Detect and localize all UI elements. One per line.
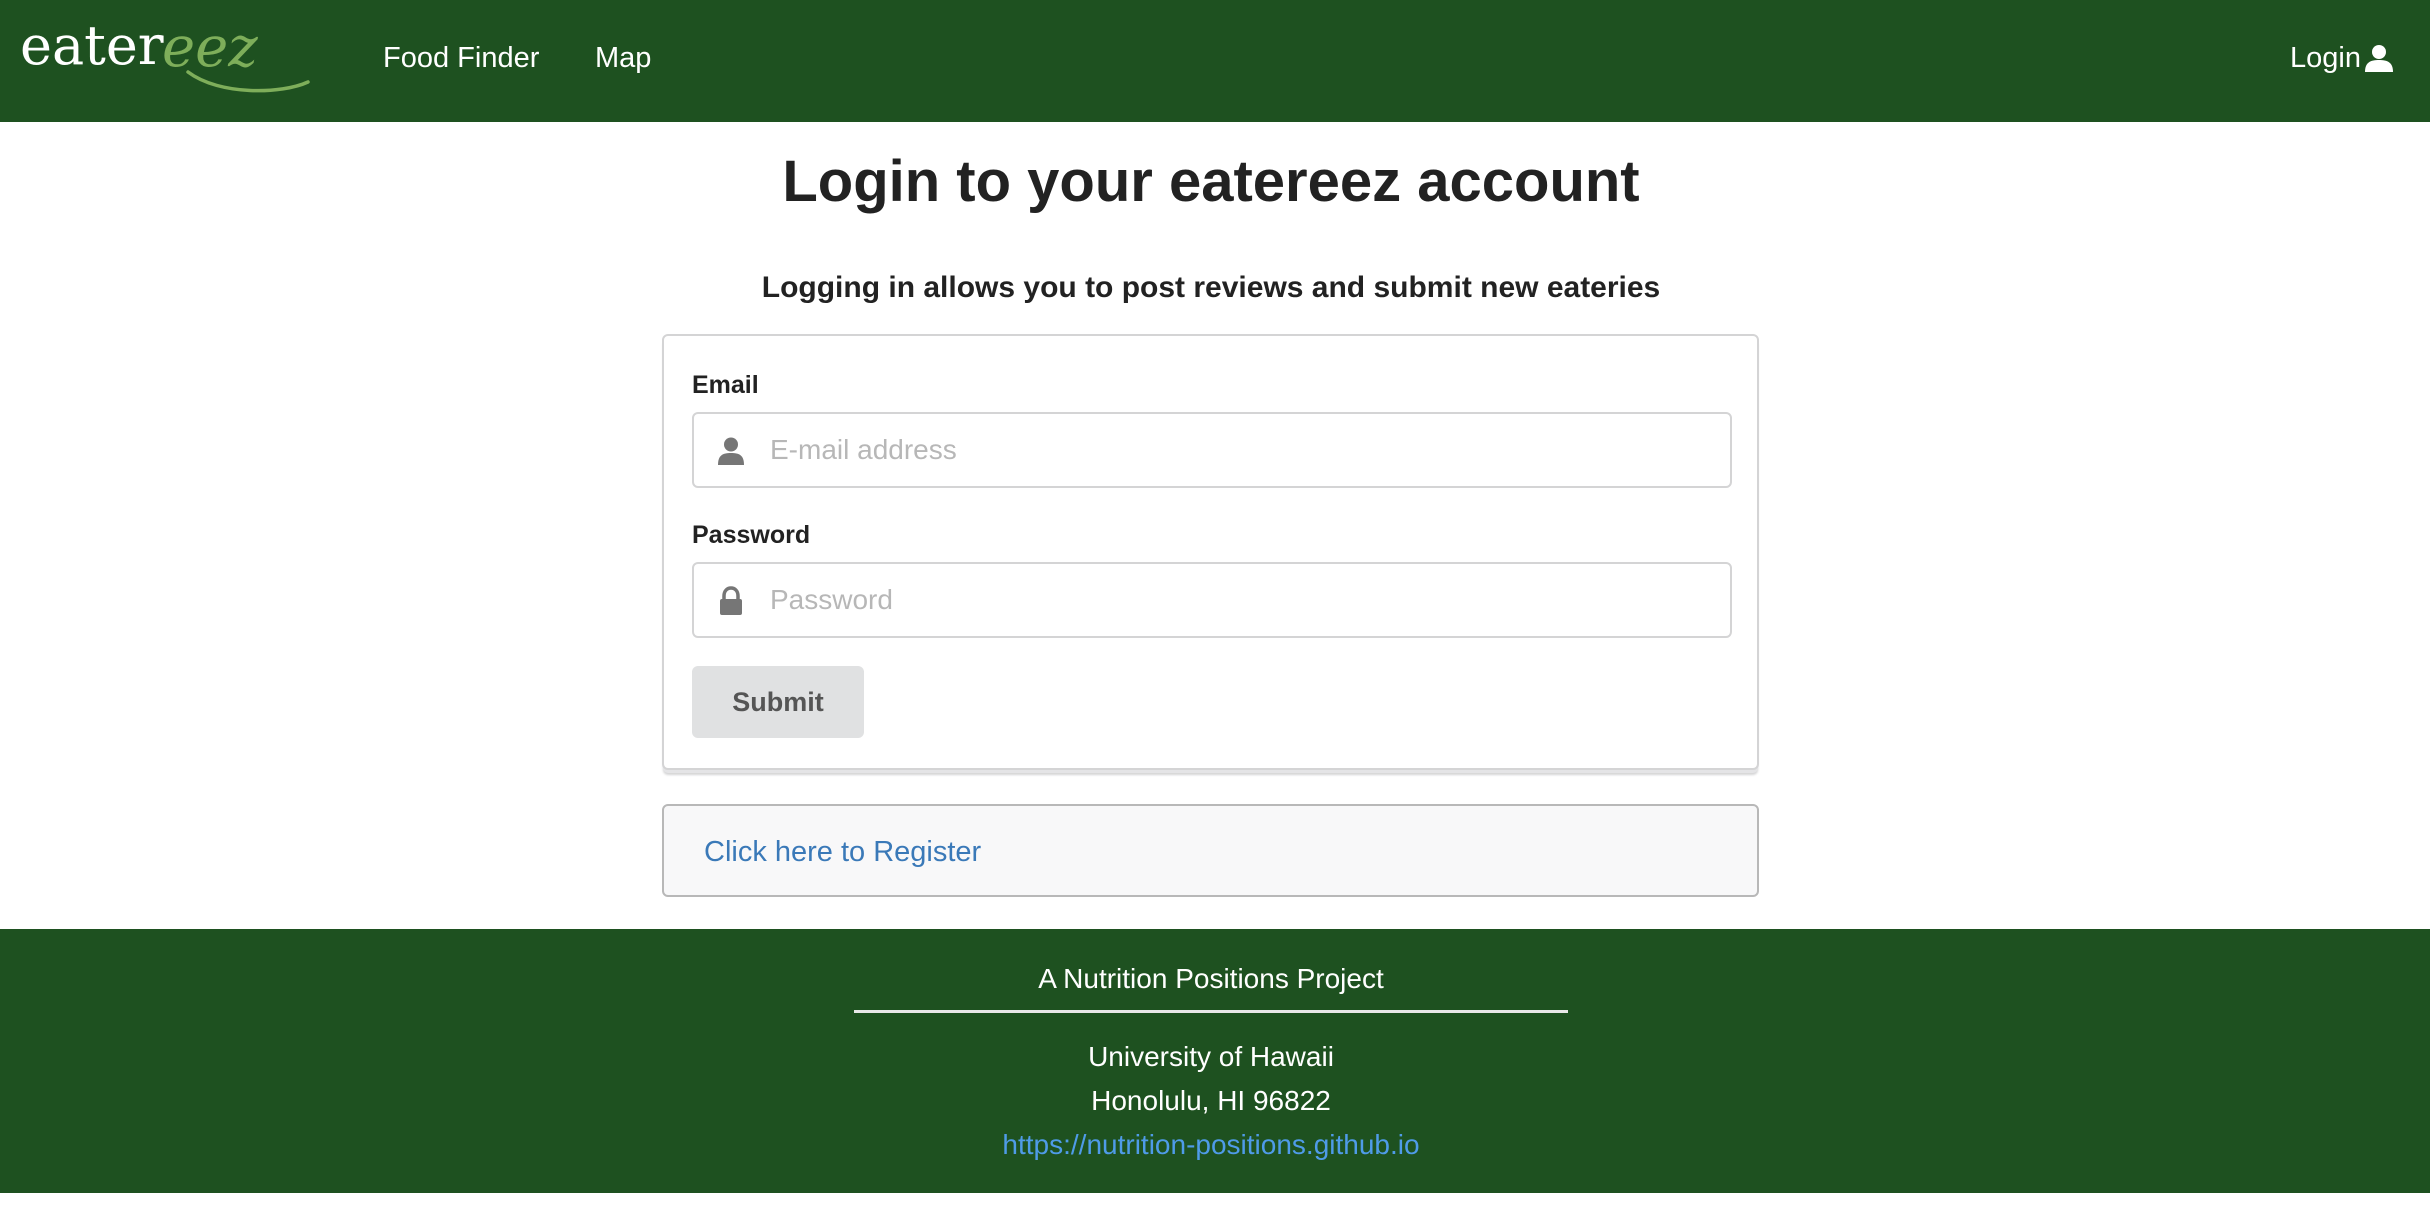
password-input[interactable] (768, 564, 1718, 636)
nav-login-button[interactable]: Login (2290, 38, 2394, 78)
top-navbar: eater eez Food Finder Map Login (0, 0, 2430, 122)
password-field-wrapper (692, 562, 1732, 638)
email-label: Email (692, 371, 759, 399)
email-field-wrapper (692, 412, 1732, 488)
nav-map[interactable]: Map (595, 38, 651, 78)
user-icon (718, 437, 744, 465)
footer-university: University of Hawaii (1088, 1041, 1334, 1072)
register-message: Click here to Register (662, 804, 1759, 897)
login-form: Email Password Submit (662, 334, 1759, 770)
page-footer: A Nutrition Positions Project University… (0, 929, 2430, 1193)
email-input[interactable] (768, 414, 1718, 486)
footer-link[interactable]: https://nutrition-positions.github.io (0, 1125, 2422, 1165)
password-label: Password (692, 521, 811, 549)
footer-divider (854, 1010, 1568, 1013)
user-icon (2365, 45, 2393, 72)
nav-food-finder[interactable]: Food Finder (383, 38, 539, 78)
submit-button[interactable]: Submit (692, 666, 864, 738)
page-subtitle: Logging in allows you to post reviews an… (761, 271, 1661, 304)
eatereez-logo[interactable]: eater eez (20, 8, 312, 98)
lock-icon (720, 586, 742, 615)
register-link[interactable]: Click here to Register (704, 832, 981, 872)
footer-title: A Nutrition Positions Project (1038, 963, 1384, 994)
nav-login-label: Login (2290, 41, 2361, 74)
logo-text-accent: eez (162, 15, 258, 80)
footer-address: Honolulu, HI 96822 (1091, 1085, 1331, 1116)
page-title: Login to your eatereez account (782, 149, 1640, 214)
logo-text-primary: eater (20, 14, 164, 77)
